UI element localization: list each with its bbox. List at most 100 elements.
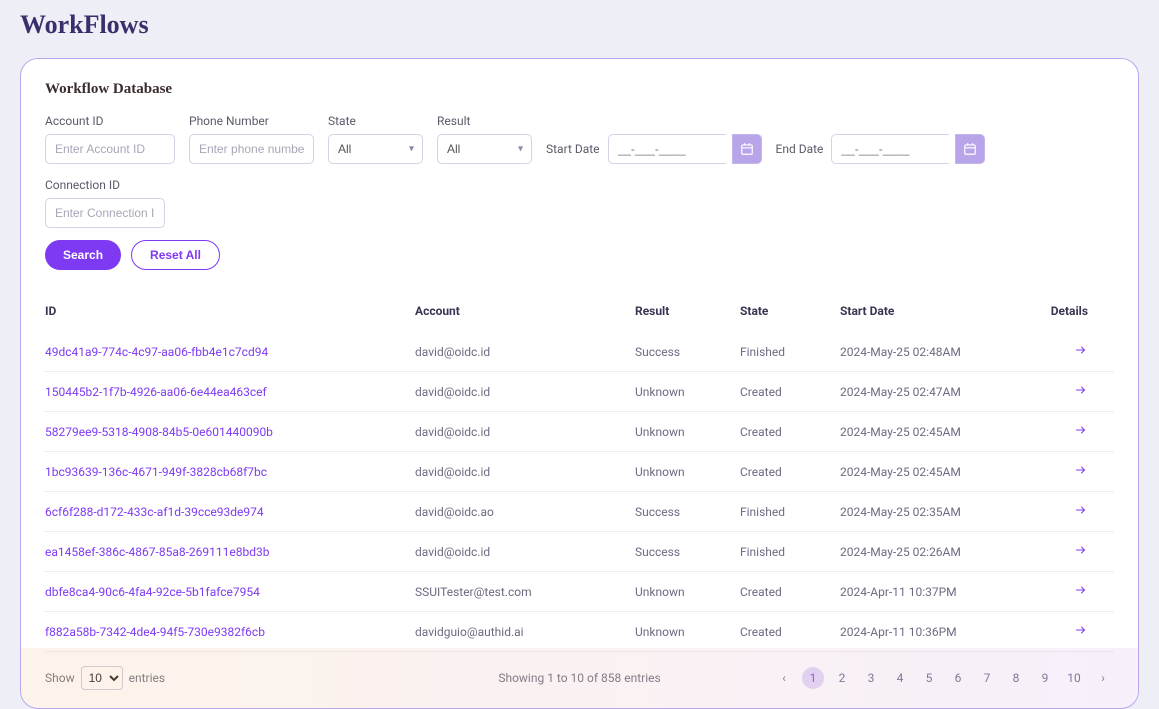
row-result: Unknown xyxy=(635,465,740,479)
start-date-group: Start Date xyxy=(546,134,762,164)
row-account: SSUITester@test.com xyxy=(415,585,635,599)
start-date-calendar-button[interactable] xyxy=(732,134,762,164)
workflow-card: Workflow Database Account ID Phone Numbe… xyxy=(20,58,1139,709)
connection-id-input[interactable] xyxy=(45,198,165,228)
pagination-page[interactable]: 5 xyxy=(918,667,940,689)
page-title: WorkFlows xyxy=(20,10,1139,40)
end-date-label: End Date xyxy=(776,142,824,156)
phone-field: Phone Number xyxy=(189,114,314,164)
col-id: ID xyxy=(45,304,415,318)
start-date-label: Start Date xyxy=(546,142,600,156)
row-account: david@oidc.id xyxy=(415,465,635,479)
pagination-page[interactable]: 8 xyxy=(1005,667,1027,689)
state-select[interactable]: All xyxy=(328,134,423,164)
arrow-right-icon xyxy=(1073,584,1088,596)
table-row: 6cf6f288-d172-433c-af1d-39cce93de974davi… xyxy=(45,492,1114,532)
pagination-page[interactable]: 2 xyxy=(831,667,853,689)
row-state: Finished xyxy=(740,345,840,359)
row-account: davidguio@authid.ai xyxy=(415,625,635,639)
reset-all-button[interactable]: Reset All xyxy=(131,240,220,270)
result-select[interactable]: All xyxy=(437,134,532,164)
row-start-date: 2024-May-25 02:45AM xyxy=(840,425,1040,439)
result-field: Result All ▾ xyxy=(437,114,532,164)
row-start-date: 2024-May-25 02:47AM xyxy=(840,385,1040,399)
row-account: david@oidc.ao xyxy=(415,505,635,519)
row-id-link[interactable]: 1bc93639-136c-4671-949f-3828cb68f7bc xyxy=(45,465,415,479)
connection-id-field: Connection ID xyxy=(45,178,165,228)
pagination-prev[interactable]: ‹ xyxy=(773,667,795,689)
entries-info: Showing 1 to 10 of 858 entries xyxy=(498,671,660,685)
pagination-page[interactable]: 1 xyxy=(802,667,824,689)
pagination-page[interactable]: 4 xyxy=(889,667,911,689)
row-details-button[interactable] xyxy=(1073,344,1088,356)
end-date-group: End Date xyxy=(776,134,986,164)
table-row: 49dc41a9-774c-4c97-aa06-fbb4e1c7cd94davi… xyxy=(45,332,1114,372)
show-label: Show xyxy=(45,671,75,685)
row-id-link[interactable]: f882a58b-7342-4de4-94f5-730e9382f6cb xyxy=(45,625,415,639)
start-date-input[interactable] xyxy=(608,134,726,164)
end-date-input[interactable] xyxy=(831,134,949,164)
table-header: ID Account Result State Start Date Detai… xyxy=(45,294,1114,332)
state-field: State All ▾ xyxy=(328,114,423,164)
row-state: Created xyxy=(740,585,840,599)
col-state: State xyxy=(740,304,840,318)
phone-input[interactable] xyxy=(189,134,314,164)
row-state: Created xyxy=(740,385,840,399)
pagination-page[interactable]: 3 xyxy=(860,667,882,689)
end-date-calendar-button[interactable] xyxy=(955,134,985,164)
row-details-button[interactable] xyxy=(1073,464,1088,476)
row-state: Finished xyxy=(740,505,840,519)
account-id-field: Account ID xyxy=(45,114,175,164)
arrow-right-icon xyxy=(1073,544,1088,556)
pagination-next[interactable]: › xyxy=(1092,667,1114,689)
row-start-date: 2024-May-25 02:45AM xyxy=(840,465,1040,479)
result-label: Result xyxy=(437,114,532,128)
arrow-right-icon xyxy=(1073,424,1088,436)
row-details-button[interactable] xyxy=(1073,624,1088,636)
row-result: Success xyxy=(635,545,740,559)
pagination-page[interactable]: 10 xyxy=(1063,667,1085,689)
row-result: Success xyxy=(635,505,740,519)
row-account: david@oidc.id xyxy=(415,425,635,439)
workflow-table: ID Account Result State Start Date Detai… xyxy=(45,294,1114,652)
row-details-button[interactable] xyxy=(1073,504,1088,516)
row-account: david@oidc.id xyxy=(415,545,635,559)
table-row: dbfe8ca4-90c6-4fa4-92ce-5b1fafce7954SSUI… xyxy=(45,572,1114,612)
arrow-right-icon xyxy=(1073,624,1088,636)
search-button[interactable]: Search xyxy=(45,240,121,270)
row-details-button[interactable] xyxy=(1073,424,1088,436)
row-account: david@oidc.id xyxy=(415,385,635,399)
row-result: Unknown xyxy=(635,385,740,399)
row-id-link[interactable]: 49dc41a9-774c-4c97-aa06-fbb4e1c7cd94 xyxy=(45,345,415,359)
pagination-page[interactable]: 7 xyxy=(976,667,998,689)
entries-label: entries xyxy=(129,671,165,685)
row-id-link[interactable]: 58279ee9-5318-4908-84b5-0e601440090b xyxy=(45,425,415,439)
row-id-link[interactable]: dbfe8ca4-90c6-4fa4-92ce-5b1fafce7954 xyxy=(45,585,415,599)
row-start-date: 2024-Apr-11 10:36PM xyxy=(840,625,1040,639)
row-state: Finished xyxy=(740,545,840,559)
col-details: Details xyxy=(1040,304,1100,318)
row-result: Unknown xyxy=(635,585,740,599)
row-result: Unknown xyxy=(635,625,740,639)
row-start-date: 2024-May-25 02:26AM xyxy=(840,545,1040,559)
row-start-date: 2024-May-25 02:48AM xyxy=(840,345,1040,359)
row-state: Created xyxy=(740,425,840,439)
row-details-button[interactable] xyxy=(1073,544,1088,556)
table-row: 1bc93639-136c-4671-949f-3828cb68f7bcdavi… xyxy=(45,452,1114,492)
row-result: Success xyxy=(635,345,740,359)
row-state: Created xyxy=(740,625,840,639)
card-title: Workflow Database xyxy=(45,81,1114,98)
pagination-page[interactable]: 6 xyxy=(947,667,969,689)
phone-label: Phone Number xyxy=(189,114,314,128)
table-footer: Show 10 entries Showing 1 to 10 of 858 e… xyxy=(45,666,1114,690)
row-id-link[interactable]: 150445b2-1f7b-4926-aa06-6e44ea463cef xyxy=(45,385,415,399)
arrow-right-icon xyxy=(1073,344,1088,356)
calendar-icon xyxy=(740,142,754,156)
row-details-button[interactable] xyxy=(1073,584,1088,596)
page-size-select[interactable]: 10 xyxy=(81,666,123,690)
row-details-button[interactable] xyxy=(1073,384,1088,396)
row-id-link[interactable]: ea1458ef-386c-4867-85a8-269111e8bd3b xyxy=(45,545,415,559)
pagination-page[interactable]: 9 xyxy=(1034,667,1056,689)
account-id-input[interactable] xyxy=(45,134,175,164)
row-id-link[interactable]: 6cf6f288-d172-433c-af1d-39cce93de974 xyxy=(45,505,415,519)
